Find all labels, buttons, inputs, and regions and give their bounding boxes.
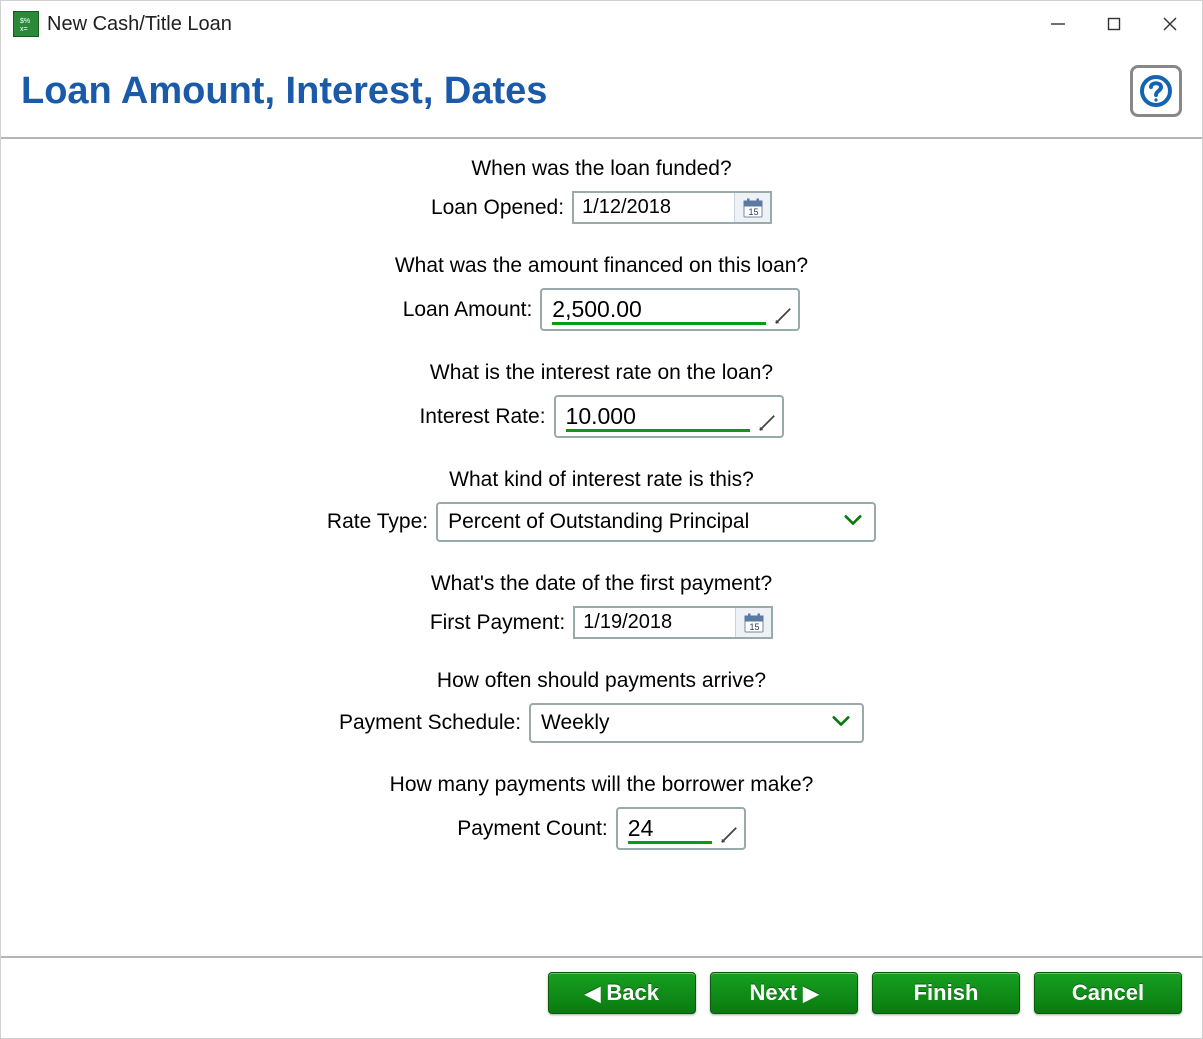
calendar-icon[interactable]: 15 [734,193,770,222]
minimize-button[interactable] [1030,4,1086,44]
first-payment-date-field[interactable]: 15 [573,606,773,639]
pencil-icon [772,305,792,325]
rate-type-value: Percent of Outstanding Principal [438,510,759,534]
maximize-button[interactable] [1086,4,1142,44]
label-payment-schedule: Payment Schedule: [339,711,521,735]
loan-amount-field[interactable] [540,288,800,331]
back-button-label: Back [606,980,659,1006]
group-loan-amount: What was the amount financed on this loa… [395,254,808,331]
interest-rate-input[interactable] [564,401,774,432]
svg-text:$%: $% [20,18,30,25]
group-first-payment: What's the date of the first payment? Fi… [430,572,773,639]
titlebar: $% x= New Cash/Title Loan [1,1,1202,47]
question-payment-count: How many payments will the borrower make… [390,773,814,797]
label-payment-count: Payment Count: [457,817,608,841]
chevron-down-icon [844,513,862,532]
group-loan-opened: When was the loan funded? Loan Opened: 1… [431,157,772,224]
pencil-icon [756,412,776,432]
window-title: New Cash/Title Loan [47,13,232,36]
loan-opened-date-input[interactable] [574,193,734,222]
page-title: Loan Amount, Interest, Dates [21,70,547,113]
finish-button[interactable]: Finish [872,972,1020,1014]
question-rate-type: What kind of interest rate is this? [449,468,754,492]
label-loan-amount: Loan Amount: [403,298,533,322]
triangle-right-icon: ▶ [803,981,818,1006]
footer: ◀ Back Next ▶ Finish Cancel [1,956,1202,1038]
back-button[interactable]: ◀ Back [548,972,696,1014]
loan-opened-date-field[interactable]: 15 [572,191,772,224]
payment-schedule-select[interactable]: Weekly [529,703,864,743]
calendar-icon[interactable]: 15 [735,608,771,637]
question-interest-rate: What is the interest rate on the loan? [430,361,773,385]
first-payment-date-input[interactable] [575,608,735,637]
content-area: When was the loan funded? Loan Opened: 1… [1,139,1202,956]
chevron-down-icon [832,714,850,733]
next-button[interactable]: Next ▶ [710,972,858,1014]
group-payment-schedule: How often should payments arrive? Paymen… [339,669,864,743]
form: When was the loan funded? Loan Opened: 1… [1,157,1202,850]
cancel-button[interactable]: Cancel [1034,972,1182,1014]
label-rate-type: Rate Type: [327,510,428,534]
payment-schedule-value: Weekly [531,711,619,735]
loan-amount-input[interactable] [550,294,790,325]
window: $% x= New Cash/Title Loan Loan Amount, I… [0,0,1203,1039]
next-button-label: Next [749,980,797,1006]
pencil-icon [718,824,738,844]
cancel-button-label: Cancel [1072,980,1144,1006]
group-interest-rate: What is the interest rate on the loan? I… [419,361,783,438]
svg-text:x=: x= [20,26,28,33]
question-loan-opened: When was the loan funded? [471,157,731,181]
label-loan-opened: Loan Opened: [431,196,564,220]
app-icon: $% x= [13,11,39,37]
question-loan-amount: What was the amount financed on this loa… [395,254,808,278]
payment-count-field[interactable] [616,807,746,850]
group-payment-count: How many payments will the borrower make… [390,773,814,850]
help-button[interactable] [1130,65,1182,117]
triangle-left-icon: ◀ [585,981,600,1006]
group-rate-type: What kind of interest rate is this? Rate… [327,468,876,542]
svg-text:15: 15 [749,622,759,632]
header: Loan Amount, Interest, Dates [1,47,1202,139]
question-payment-schedule: How often should payments arrive? [437,669,766,693]
close-button[interactable] [1142,4,1198,44]
interest-rate-field[interactable] [554,395,784,438]
svg-text:15: 15 [748,207,758,217]
finish-button-label: Finish [914,980,979,1006]
question-first-payment: What's the date of the first payment? [431,572,772,596]
label-interest-rate: Interest Rate: [419,405,545,429]
rate-type-select[interactable]: Percent of Outstanding Principal [436,502,876,542]
label-first-payment: First Payment: [430,611,565,635]
